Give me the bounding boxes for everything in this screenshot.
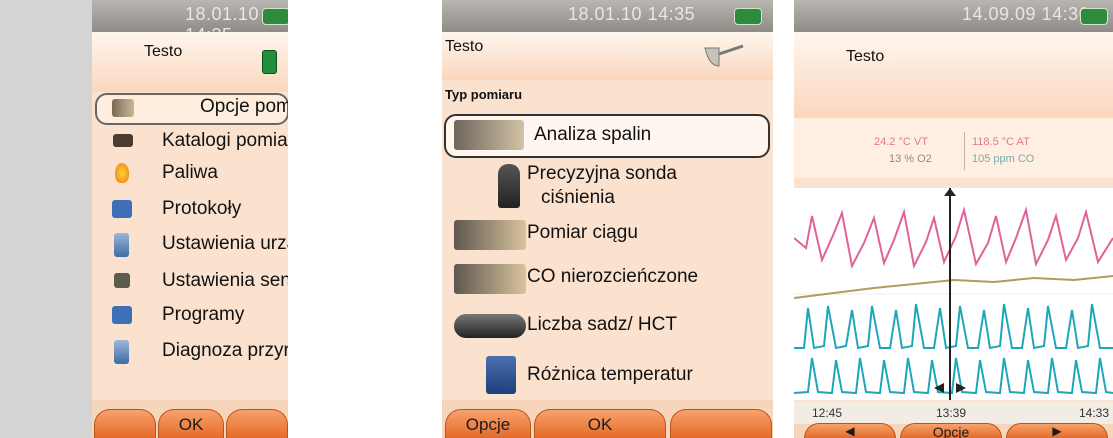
battery-icon bbox=[1080, 8, 1108, 25]
menu-label: Ustawienia urządzenia bbox=[162, 233, 288, 254]
menu-item-ustawienia-sensora[interactable]: Ustawienia sensora bbox=[92, 270, 288, 294]
gray-margin bbox=[0, 0, 92, 438]
folder-icon bbox=[112, 200, 132, 218]
menu-item-protokoly[interactable]: Protokoły bbox=[92, 198, 288, 222]
folder-icon bbox=[112, 306, 132, 324]
time-mid: 13:39 bbox=[936, 406, 967, 420]
header: Testo bbox=[92, 32, 288, 92]
status-bar: 18.01.10 14:35 bbox=[92, 0, 288, 45]
cursor-arrow-up-icon bbox=[944, 188, 956, 196]
menu-label: Paliwa bbox=[162, 162, 218, 183]
softkey-bar: OK bbox=[92, 400, 288, 438]
menu-label: Różnica temperatur bbox=[527, 364, 693, 385]
sensor-icon bbox=[114, 273, 130, 288]
menu-item-programy[interactable]: Programy bbox=[92, 304, 288, 328]
series-teal-lower bbox=[794, 357, 1113, 395]
menu-item-diagnoza-przyrzadu[interactable]: Diagnoza przyrządu bbox=[92, 340, 288, 366]
status-bar: 14.09.09 14:36 bbox=[794, 0, 1113, 32]
flame-icon bbox=[115, 163, 129, 183]
trend-graph bbox=[794, 188, 1113, 400]
menu-label: Analiza spalin bbox=[534, 124, 652, 145]
screen-graph: 14.09.09 14:36 Testo 24.2 °C VT 118.5 °C… bbox=[794, 0, 1113, 438]
status-datetime: 18.01.10 14:35 bbox=[568, 4, 696, 24]
device-name: Testo bbox=[144, 43, 183, 60]
menu-item-paliwa[interactable]: Paliwa bbox=[92, 162, 288, 186]
softkey-ok[interactable]: OK bbox=[158, 409, 224, 438]
reading-vt: 24.2 °C VT bbox=[874, 136, 928, 148]
soot-pump-icon bbox=[454, 314, 526, 338]
reading-o2: 13 % O2 bbox=[889, 153, 932, 165]
flue-probe-icon bbox=[454, 120, 524, 150]
series-olive bbox=[794, 275, 1113, 299]
menu-item-analiza-spalin[interactable]: Analiza spalin bbox=[442, 118, 773, 152]
menu-label: Protokoły bbox=[162, 198, 242, 219]
menu-label: Programy bbox=[162, 304, 245, 325]
series-pink bbox=[794, 206, 1113, 270]
menu-item-opcje-pomiarowe[interactable]: Opcje pomiarowe bbox=[92, 96, 288, 120]
header: Testo bbox=[794, 32, 1113, 118]
menu-label: Katalogi pomiarowe bbox=[162, 130, 288, 151]
series-teal bbox=[794, 303, 1113, 350]
probe-icon bbox=[112, 99, 134, 117]
menu-label-line1: Precyzyjna sonda bbox=[527, 163, 677, 184]
menu-item-liczba-sadz[interactable]: Liczba sadz/ HCT bbox=[442, 310, 773, 344]
menu-item-katalogi-pomiarowe[interactable]: Katalogi pomiarowe bbox=[92, 130, 288, 154]
menu-item-pomiar-ciagu[interactable]: Pomiar ciągu bbox=[442, 218, 773, 252]
reading-at: 118.5 °C AT bbox=[972, 136, 1030, 148]
menu-item-roznica-temperatur[interactable]: Różnica temperatur bbox=[442, 356, 773, 396]
menu-item-ustawienia-urzadzenia[interactable]: Ustawienia urządzenia bbox=[92, 233, 288, 259]
menu-label: CO nierozcieńczone bbox=[527, 266, 699, 287]
draught-probe-icon bbox=[454, 220, 526, 250]
device-icon bbox=[114, 340, 129, 364]
softkey-left[interactable] bbox=[94, 409, 156, 438]
softkey-next[interactable]: ▶ bbox=[1006, 423, 1108, 438]
menu-label: Pomiar ciągu bbox=[527, 222, 638, 243]
menu-label: Ustawienia sensora bbox=[162, 270, 288, 291]
softkey-right[interactable] bbox=[226, 409, 288, 438]
softkey-bar: Opcje OK bbox=[442, 400, 773, 438]
folder-icon bbox=[113, 134, 133, 147]
time-start: 12:45 bbox=[812, 406, 843, 420]
menu-label: Opcje pomiarowe bbox=[200, 96, 288, 117]
reading-co: 105 ppm CO bbox=[972, 153, 1035, 165]
reading-divider bbox=[964, 132, 965, 170]
softkey-right[interactable] bbox=[670, 409, 772, 438]
menu-label: Diagnoza przyrządu bbox=[162, 340, 288, 361]
menu-label-line2: ciśnienia bbox=[541, 187, 615, 208]
battery-icon bbox=[262, 8, 288, 25]
softkey-ok[interactable]: OK bbox=[534, 409, 666, 438]
device-name: Testo bbox=[445, 38, 484, 55]
menu-item-co-nierozcienczone[interactable]: CO nierozcieńczone bbox=[442, 262, 773, 296]
co-probe-icon bbox=[454, 264, 526, 294]
device-icon bbox=[114, 233, 129, 257]
menu-label: Precyzyjna sonda ciśnienia bbox=[527, 162, 727, 210]
softkey-bar: ◀ Opcje ▶ bbox=[794, 423, 1113, 438]
softkey-prev[interactable]: ◀ bbox=[804, 423, 896, 438]
status-datetime: 14.09.09 14:36 bbox=[962, 4, 1090, 24]
menu-item-precyzyjna-sonda[interactable]: Precyzyjna sonda ciśnienia bbox=[442, 160, 773, 212]
graph-area bbox=[794, 188, 1113, 400]
battery-full-icon bbox=[262, 50, 277, 74]
status-bar: 18.01.10 14:35 bbox=[442, 0, 773, 32]
temperature-probe-icon bbox=[486, 356, 516, 394]
screen-main-menu: 18.01.10 14:35 Testo Opcje pomiarowe Kat… bbox=[92, 0, 288, 438]
screen-measurement-type: 18.01.10 14:35 Testo Typ pomiaru Analiza… bbox=[442, 0, 773, 438]
softkey-opcje[interactable]: Opcje bbox=[445, 409, 531, 438]
pressure-probe-icon bbox=[498, 164, 520, 208]
device-name: Testo bbox=[846, 48, 885, 65]
menu-label: Liczba sadz/ HCT bbox=[527, 314, 677, 335]
probe-header-icon bbox=[703, 42, 745, 70]
battery-icon bbox=[734, 8, 762, 25]
readings-panel: 24.2 °C VT 118.5 °C AT 13 % O2 105 ppm C… bbox=[794, 118, 1113, 178]
section-title: Typ pomiaru bbox=[445, 87, 523, 102]
header: Testo bbox=[442, 32, 773, 80]
time-end: 14:33 bbox=[1079, 406, 1110, 420]
softkey-opcje[interactable]: Opcje bbox=[900, 423, 1002, 438]
time-axis: 12:45 13:39 14:33 bbox=[794, 402, 1113, 424]
